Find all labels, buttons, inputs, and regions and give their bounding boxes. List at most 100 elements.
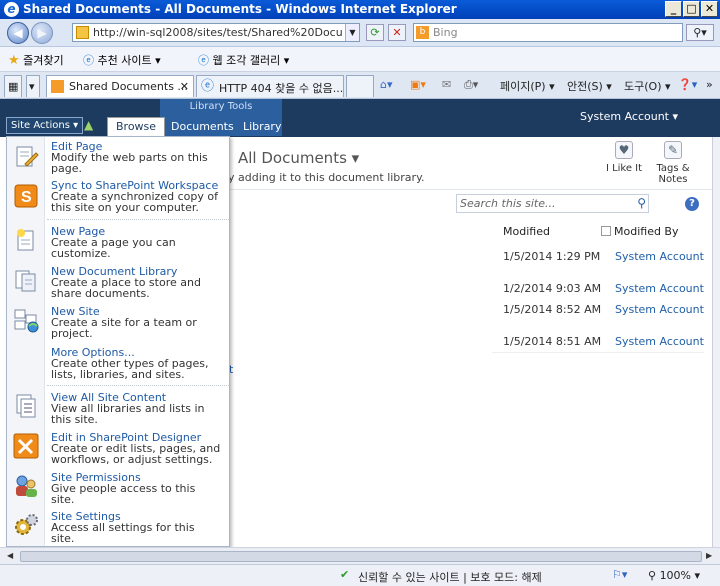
menu-item-site-settings[interactable]: Site Settings Access all settings for th… <box>7 510 229 546</box>
site-actions-button[interactable]: Site Actions ▾ <box>6 117 84 134</box>
page-description: y adding it to this document library. <box>228 171 425 184</box>
row-modified: 1/5/2014 8:51 AM <box>503 335 602 348</box>
thumbs-up-icon: ♥ <box>615 141 633 159</box>
feeds-icon[interactable]: ▣▾ <box>410 78 426 91</box>
row-modified: 1/5/2014 8:52 AM <box>503 303 602 316</box>
page-menu[interactable]: 페이지(P) ▾ <box>500 78 555 94</box>
home-icon[interactable]: ⌂▾ <box>380 78 393 91</box>
new-tab-button[interactable] <box>346 75 374 97</box>
scroll-left-icon[interactable]: ◀ <box>7 551 13 560</box>
trusted-sites-icon: ✔ <box>340 568 350 581</box>
vertical-scrollbar[interactable] <box>712 137 720 547</box>
tab-library[interactable]: Library <box>243 120 281 133</box>
web-slice-gallery-link[interactable]: ⓔ 웹 조각 갤러리 ▾ <box>198 52 289 68</box>
row-modified-by[interactable]: System Account <box>615 250 704 263</box>
designer-icon <box>13 433 39 459</box>
divider <box>228 189 712 190</box>
document-library-icon <box>13 267 39 293</box>
safety-menu[interactable]: 안전(S) ▾ <box>567 78 612 94</box>
minimize-button[interactable]: _ <box>665 1 682 17</box>
menu-item-new-page[interactable]: New Page Create a page you can customize… <box>7 225 229 261</box>
address-toolbar: ◀ ▶ http://win-sql2008/sites/test/Shared… <box>0 19 720 47</box>
window-titlebar: e Shared Documents - All Documents - Win… <box>0 0 720 19</box>
read-mail-icon[interactable]: ✉ <box>442 78 451 91</box>
horizontal-scrollbar[interactable]: ◀ ▶ <box>0 547 720 564</box>
help-icon[interactable]: ❓▾ <box>678 78 697 91</box>
address-dropdown-button[interactable]: ▼ <box>345 24 359 41</box>
menu-item-view-all-site-content[interactable]: View All Site Content View all libraries… <box>7 391 229 427</box>
forward-button[interactable]: ▶ <box>31 22 53 44</box>
scroll-thumb[interactable] <box>20 551 702 562</box>
favorites-button[interactable]: ★ 즐겨찾기 <box>8 52 64 68</box>
zoom-level[interactable]: ⚲ 100% ▾ <box>648 569 700 582</box>
star-icon: ★ <box>8 53 20 68</box>
new-page-icon <box>13 227 39 253</box>
column-modified[interactable]: Modified <box>503 225 550 238</box>
scroll-right-icon[interactable]: ▶ <box>706 551 712 560</box>
menu-item-more-options[interactable]: More Options... Create other types of pa… <box>7 346 229 382</box>
sharepoint-workspace-icon: S <box>13 183 39 209</box>
menu-item-sync-workspace[interactable]: S Sync to SharePoint Workspace Create a … <box>7 179 229 217</box>
tab-list-button[interactable]: ▾ <box>26 75 40 97</box>
tab-bar: ▦ ▾ Shared Documents ... ✕ ⓔ HTTP 404 찾을… <box>0 72 720 99</box>
tab-shared-documents[interactable]: Shared Documents ... ✕ <box>46 75 194 97</box>
quick-tabs-button[interactable]: ▦ <box>4 75 22 97</box>
ie-page-icon: ⓔ <box>198 54 209 67</box>
i-like-it-button[interactable]: ♥ I Like It <box>603 141 645 174</box>
address-input[interactable]: http://win-sql2008/sites/test/Shared%20D… <box>72 23 360 42</box>
search-go-button[interactable]: ⚲▾ <box>686 24 714 41</box>
tools-menu[interactable]: 도구(O) ▾ <box>624 78 671 94</box>
select-all-checkbox[interactable] <box>601 226 611 236</box>
menu-item-edit-page[interactable]: Edit Page Modify the web parts on this p… <box>7 140 229 178</box>
row-modified-by[interactable]: System Account <box>615 335 704 348</box>
suggested-sites-link[interactable]: ⓔ 추천 사이트 ▾ <box>83 52 161 68</box>
ie-page-icon: ⓔ <box>83 54 94 67</box>
help-icon[interactable]: ? <box>685 197 699 211</box>
bing-search-input[interactable]: b Bing <box>413 23 683 42</box>
menu-separator <box>47 219 229 220</box>
page-title[interactable]: All Documents ▾ <box>238 149 359 167</box>
edit-page-icon <box>13 144 39 170</box>
svg-text:S: S <box>21 189 32 206</box>
close-tab-icon[interactable]: ✕ <box>180 80 189 93</box>
menu-item-edit-in-designer[interactable]: Edit in SharePoint Designer Create or ed… <box>7 431 229 467</box>
tags-notes-button[interactable]: ✎ Tags & Notes <box>652 141 694 185</box>
tab-documents[interactable]: Documents <box>171 120 234 133</box>
close-window-button[interactable]: ✕ <box>701 1 718 17</box>
privacy-icon[interactable]: ⚐▾ <box>612 568 627 581</box>
row-modified-by[interactable]: System Account <box>615 303 704 316</box>
bing-icon: b <box>416 26 429 39</box>
menu-separator <box>47 385 229 386</box>
permissions-icon <box>13 473 39 499</box>
menu-item-site-permissions[interactable]: Site Permissions Give people access to t… <box>7 471 229 507</box>
chevron-more-icon[interactable]: » <box>706 78 713 91</box>
navigate-up-icon[interactable]: ▲ <box>84 118 93 132</box>
maximize-button[interactable]: □ <box>683 1 700 17</box>
menu-item-new-document-library[interactable]: New Document Library Create a place to s… <box>7 265 229 301</box>
row-modified: 1/2/2014 9:03 AM <box>503 282 602 295</box>
print-icon[interactable]: ⎙▾ <box>464 78 478 92</box>
settings-gear-icon <box>13 512 39 538</box>
ie-page-icon: ⓔ <box>201 79 215 94</box>
menu-item-new-site[interactable]: New Site Create a site for a team or pro… <box>7 305 229 341</box>
library-tools-label: Library Tools <box>189 101 253 112</box>
page-favicon-icon <box>76 26 89 39</box>
sharepoint-ribbon: Site Actions ▾ ▲ Library Tools Browse Do… <box>0 99 720 137</box>
favorites-bar: ★ 즐겨찾기 ⓔ 추천 사이트 ▾ ⓔ 웹 조각 갤러리 ▾ <box>0 47 720 72</box>
site-actions-menu: Edit Page Modify the web parts on this p… <box>6 136 230 547</box>
sharepoint-favicon-icon <box>51 80 64 93</box>
site-search-input[interactable]: Search this site... ⚲ <box>456 194 649 213</box>
site-content-icon <box>13 393 39 419</box>
back-button[interactable]: ◀ <box>7 22 29 44</box>
user-menu[interactable]: System Account ▾ <box>580 110 678 123</box>
tab-http-404[interactable]: ⓔ HTTP 404 찾을 수 없음... <box>196 75 344 97</box>
column-modified-by[interactable]: Modified By <box>601 225 679 238</box>
security-zone-label[interactable]: 신뢰할 수 있는 사이트 | 보호 모드: 해제 <box>358 569 542 585</box>
row-modified-by[interactable]: System Account <box>615 282 704 295</box>
tab-browse[interactable]: Browse <box>107 117 166 136</box>
ie-logo-icon: e <box>4 2 19 17</box>
address-url: http://win-sql2008/sites/test/Shared%20D… <box>93 26 343 39</box>
search-icon[interactable]: ⚲ <box>637 196 646 210</box>
refresh-button[interactable]: ⟳ <box>366 24 384 41</box>
stop-button[interactable]: ✕ <box>388 24 406 41</box>
